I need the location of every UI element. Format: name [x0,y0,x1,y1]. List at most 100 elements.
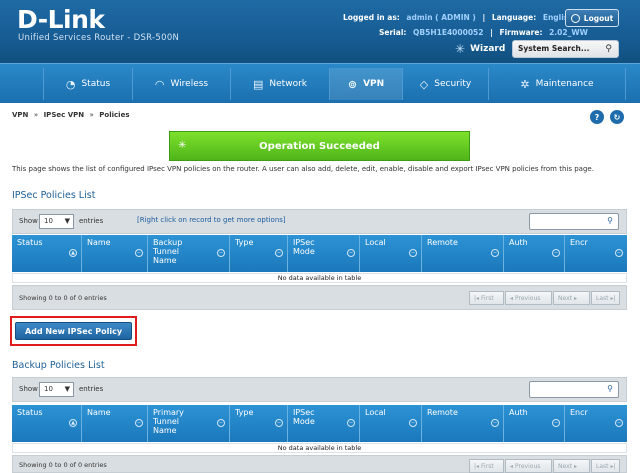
sort-icon: − [275,419,283,427]
nav-network[interactable]: ▤ Network [230,68,329,100]
ipsec-page-size-select[interactable]: 10 ▼ [39,214,74,229]
col-ipsec-mode[interactable]: IPSec Mode − [288,405,360,442]
col-auth[interactable]: Auth − [504,235,565,272]
col-primary-tunnel-name[interactable]: Primary Tunnel Name − [148,405,230,442]
sort-icon: − [491,249,499,257]
wizard-link[interactable]: ✳ Wizard [455,42,505,56]
nav-wireless[interactable]: ◠ Wireless [132,68,230,100]
last-page-button[interactable]: Last ▸| [591,459,620,473]
refresh-icon[interactable]: ↻ [610,110,624,124]
success-text: Operation Succeeded [259,140,380,152]
ipsec-policies-title: IPSec Policies List [12,190,96,201]
backup-table-search-input[interactable]: ⚲ [529,381,619,398]
col-remote[interactable]: Remote − [422,405,504,442]
col-type[interactable]: Type − [230,235,288,272]
nav-vpn-label: VPN [363,79,385,89]
logged-in-label: Logged in as: [343,13,400,22]
col-type[interactable]: Type − [230,405,288,442]
serial-value: QB5H1E4000052 [413,28,484,37]
breadcrumb-policies: Policies [99,111,130,119]
main-nav: ◔ Status ◠ Wireless ▤ Network ⊚ VPN ◇ Se… [0,63,640,103]
first-icon: |◂ [474,462,480,470]
last-page-button[interactable]: Last ▸| [591,291,620,305]
gauge-icon: ◔ [65,77,76,91]
search-icon: ⚲ [605,44,612,54]
nav-maintenance-label: Maintenance [535,79,594,89]
previous-page-button[interactable]: ◂ Previous [505,291,552,305]
col-status[interactable]: Status ▲ [12,405,82,442]
wizard-sparkle-icon: ✳ [455,42,466,56]
backup-page-size-select[interactable]: 10 ▼ [39,382,74,397]
col-encr[interactable]: Encr − [565,405,627,442]
gear-icon: ✲ [520,77,530,91]
dropdown-arrow-icon: ▼ [64,385,70,393]
system-search-placeholder: System Search... [518,44,590,53]
col-local[interactable]: Local − [360,405,422,442]
sort-icon: − [135,249,143,257]
previous-page-button[interactable]: ◂ Previous [505,459,552,473]
nav-vpn[interactable]: ⊚ VPN [329,68,402,100]
first-page-button[interactable]: |◂ First [469,459,504,473]
backup-policies-title: Backup Policies List [12,360,105,371]
backup-toolbar: Show 10 ▼ entries ⚲ [12,377,627,402]
col-remote[interactable]: Remote − [422,235,504,272]
ipsec-table-header: Status ▲ Name − Backup Tunnel Name − Type − … [12,235,627,272]
firmware-value: 2.02_WW [549,28,588,37]
help-icon[interactable]: ? [590,110,604,124]
logout-button[interactable]: Logout [565,9,619,27]
show-label: Show [19,217,38,225]
next-icon: ▸ [573,294,577,302]
col-auth[interactable]: Auth − [504,405,565,442]
logout-label: Logout [583,13,614,23]
next-page-button[interactable]: Next ▸ [553,291,590,305]
system-search-input[interactable]: System Search... ⚲ [512,40,619,58]
col-backup-tunnel-name[interactable]: Backup Tunnel Name − [148,235,230,272]
wifi-icon: ◠ [154,77,165,91]
last-icon: ▸| [610,462,616,470]
col-encr[interactable]: Encr − [565,235,627,272]
backup-table-footer: Showing 0 to 0 of 0 entries |◂ First ◂ Pre… [12,455,627,473]
sort-asc-icon: ▲ [69,249,77,257]
page-description: This page shows the list of configured I… [12,165,594,173]
entries-label: entries [79,385,104,393]
sort-icon: − [347,249,355,257]
add-ipsec-policy-button[interactable]: Add New IPSec Policy [15,322,132,340]
prev-icon: ◂ [510,462,514,470]
col-name[interactable]: Name − [82,235,148,272]
nav-status[interactable]: ◔ Status [43,68,132,100]
sort-icon: − [491,419,499,427]
col-status[interactable]: Status ▲ [12,235,82,272]
first-page-button[interactable]: |◂ First [469,291,504,305]
breadcrumb-vpn[interactable]: VPN [12,111,28,119]
power-icon [570,13,580,23]
search-icon: ⚲ [607,384,613,393]
ipsec-toolbar: Show 10 ▼ entries [Right click on record… [12,209,627,234]
show-label: Show [19,385,38,393]
col-ipsec-mode[interactable]: IPSec Mode − [288,235,360,272]
next-page-button[interactable]: Next ▸ [553,459,590,473]
col-local[interactable]: Local − [360,235,422,272]
next-icon: ▸ [573,462,577,470]
add-button-highlight: Add New IPSec Policy [10,316,137,346]
breadcrumb: VPN » IPSec VPN » Policies [12,111,130,119]
sort-icon: − [552,419,560,427]
sort-asc-icon: ▲ [69,419,77,427]
device-info: Serial: QB5H1E4000052 | Firmware: 2.02_W… [379,28,588,37]
nav-status-label: Status [81,79,111,89]
first-icon: |◂ [474,294,480,302]
prev-icon: ◂ [510,294,514,302]
right-click-hint: [Right click on record to get more optio… [137,216,286,224]
search-icon: ⚲ [607,216,613,225]
ipsec-pagination: |◂ First ◂ Previous Next ▸ Last ▸| [468,291,620,305]
nav-wireless-label: Wireless [170,79,209,89]
nav-security[interactable]: ◇ Security [402,68,488,100]
sort-icon: − [409,249,417,257]
ipsec-entries-info: Showing 0 to 0 of 0 entries [19,294,107,302]
breadcrumb-ipsec-vpn[interactable]: IPSec VPN [44,111,85,119]
product-name: Unified Services Router - DSR-500N [18,33,180,43]
nav-security-label: Security [434,79,472,89]
col-name[interactable]: Name − [82,405,148,442]
ipsec-table-search-input[interactable]: ⚲ [529,213,619,230]
sort-icon: − [217,419,225,427]
nav-maintenance[interactable]: ✲ Maintenance [488,68,626,100]
